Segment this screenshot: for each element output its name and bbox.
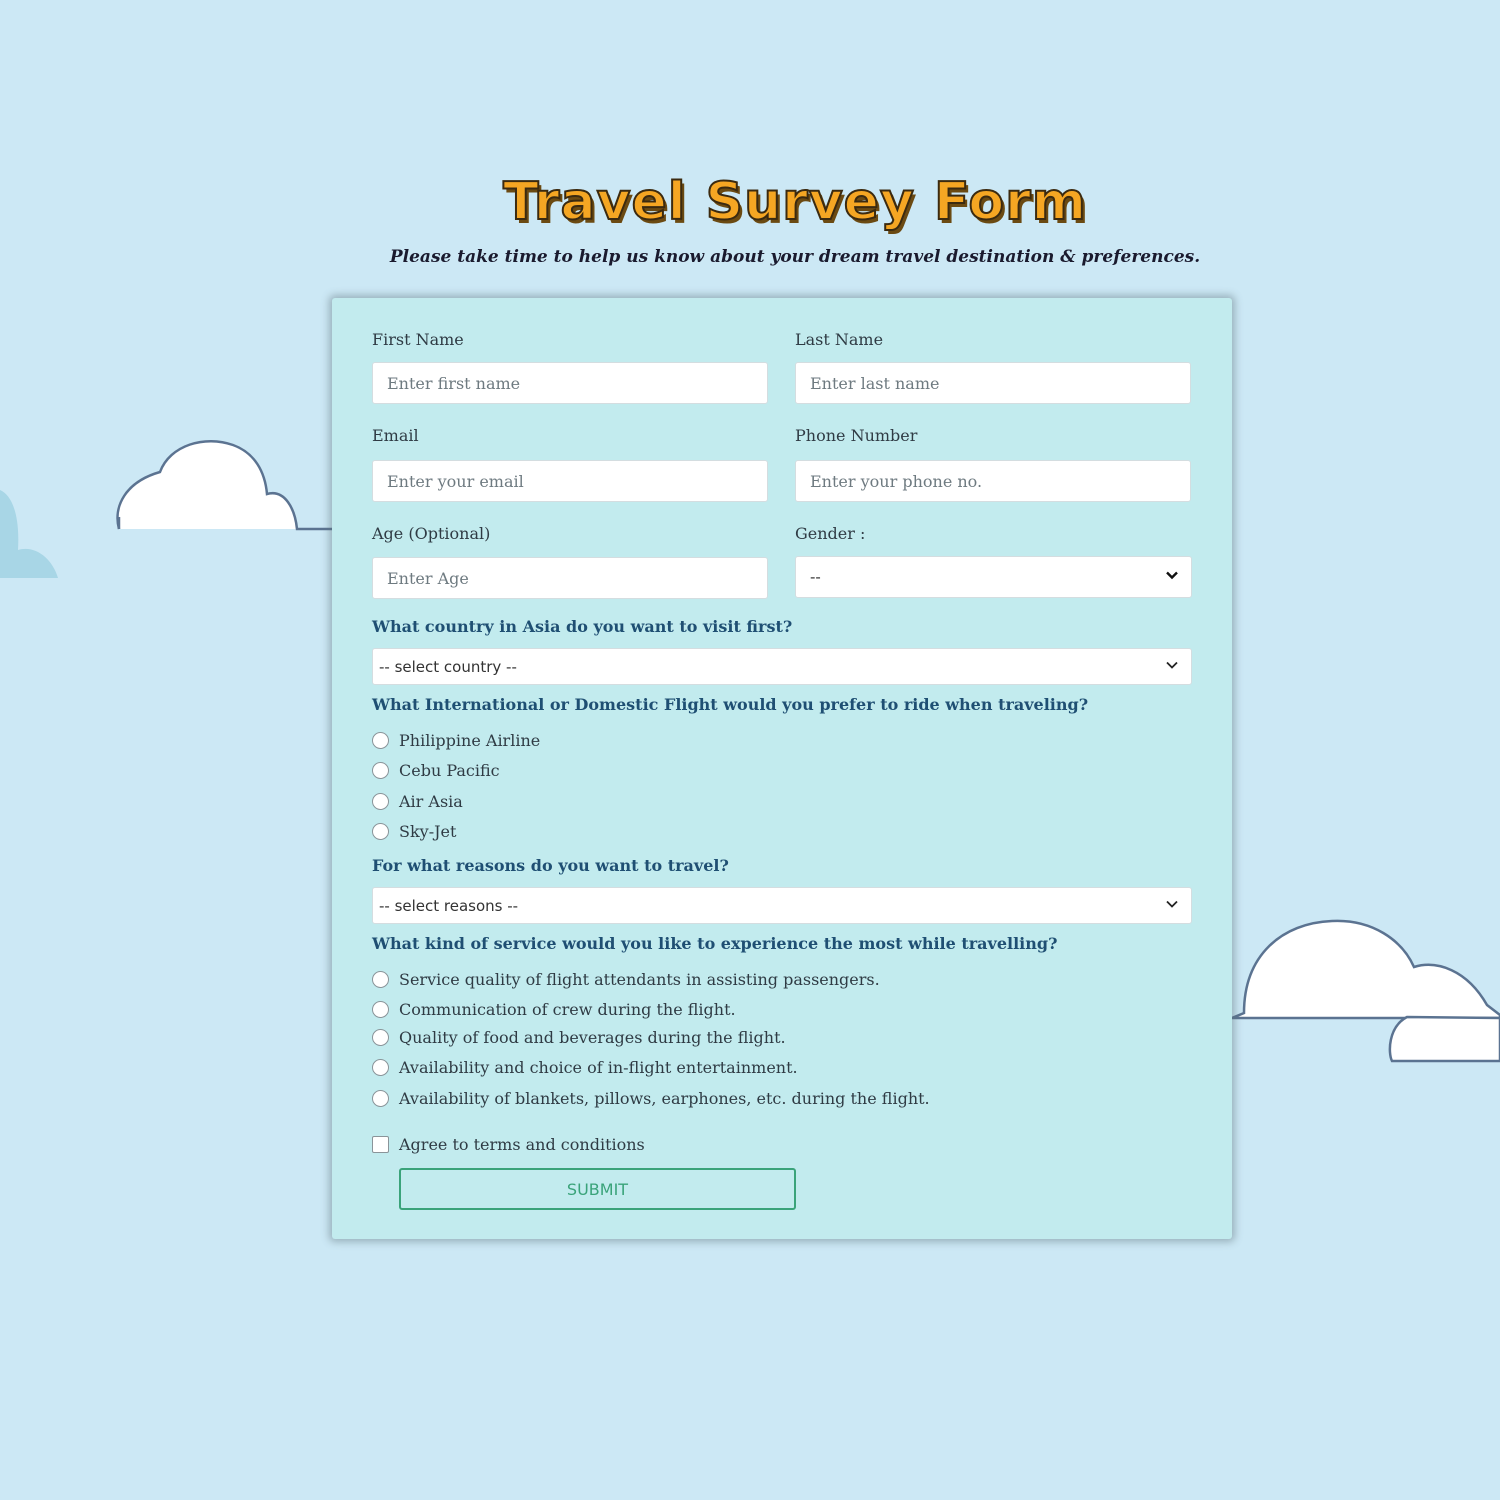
flight-option-label: Philippine Airline: [399, 731, 541, 750]
flight-option[interactable]: Philippine Airline: [372, 731, 540, 750]
reasons-select[interactable]: -- select reasons --: [372, 887, 1192, 924]
service-option[interactable]: Communication of crew during the flight.: [372, 1000, 736, 1019]
radio-button[interactable]: [372, 823, 389, 840]
service-question: What kind of service would you like to e…: [372, 934, 1058, 953]
service-option-label: Quality of food and beverages during the…: [399, 1028, 786, 1047]
phone-input[interactable]: [795, 460, 1191, 502]
gender-select[interactable]: --: [795, 556, 1192, 598]
radio-button[interactable]: [372, 793, 389, 810]
flight-option-label: Cebu Pacific: [399, 761, 500, 780]
email-input[interactable]: [372, 460, 768, 502]
reasons-question: For what reasons do you want to travel?: [372, 856, 729, 875]
page-subtitle: Please take time to help us know about y…: [389, 247, 1201, 267]
radio-button[interactable]: [372, 732, 389, 749]
chevron-down-icon: [1166, 661, 1178, 669]
terms-checkbox-row[interactable]: Agree to terms and conditions: [372, 1135, 645, 1154]
submit-button[interactable]: SUBMIT: [399, 1168, 796, 1210]
service-option[interactable]: Quality of food and beverages during the…: [372, 1028, 786, 1047]
country-select[interactable]: -- select country --: [372, 648, 1192, 685]
cloud-left-partial: [0, 490, 58, 578]
gender-select-value: --: [810, 568, 821, 586]
flight-question: What International or Domestic Flight wo…: [372, 695, 1089, 714]
radio-button[interactable]: [372, 762, 389, 779]
last-name-label: Last Name: [795, 330, 884, 349]
first-name-input[interactable]: [372, 362, 768, 404]
phone-label: Phone Number: [795, 426, 918, 445]
first-name-label: First Name: [372, 330, 464, 349]
country-question: What country in Asia do you want to visi…: [372, 617, 793, 636]
flight-option[interactable]: Sky-Jet: [372, 822, 456, 841]
service-option-label: Service quality of flight attendants in …: [399, 970, 880, 989]
flight-option[interactable]: Cebu Pacific: [372, 761, 500, 780]
cloud-left: [116, 440, 333, 531]
country-select-value: -- select country --: [379, 657, 517, 676]
age-label: Age (Optional): [372, 524, 491, 543]
radio-button[interactable]: [372, 1059, 389, 1076]
service-option-label: Communication of crew during the flight.: [399, 1000, 736, 1019]
flight-option-label: Sky-Jet: [399, 822, 457, 841]
service-option[interactable]: Service quality of flight attendants in …: [372, 970, 880, 989]
service-option-label: Availability and choice of in-flight ent…: [399, 1058, 798, 1077]
gender-label: Gender :: [795, 524, 866, 543]
email-label: Email: [372, 426, 419, 445]
chevron-down-icon: [1166, 900, 1178, 908]
service-option[interactable]: Availability of blankets, pillows, earph…: [372, 1089, 930, 1108]
radio-button[interactable]: [372, 1001, 389, 1018]
reasons-select-value: -- select reasons --: [379, 896, 519, 915]
last-name-input[interactable]: [795, 362, 1191, 404]
service-option[interactable]: Availability and choice of in-flight ent…: [372, 1058, 798, 1077]
terms-label: Agree to terms and conditions: [399, 1135, 645, 1154]
cloud-right: [1232, 919, 1500, 1063]
flight-option[interactable]: Air Asia: [372, 792, 463, 811]
terms-checkbox[interactable]: [372, 1136, 389, 1153]
radio-button[interactable]: [372, 971, 389, 988]
survey-form: First Name Last Name Email Phone Number …: [332, 298, 1232, 1239]
page-title: Travel Survey Form: [502, 171, 1087, 233]
radio-button[interactable]: [372, 1029, 389, 1046]
service-option-label: Availability of blankets, pillows, earph…: [399, 1089, 930, 1108]
age-input[interactable]: [372, 557, 768, 599]
flight-option-label: Air Asia: [399, 792, 463, 811]
chevron-down-icon: [1166, 571, 1178, 580]
radio-button[interactable]: [372, 1090, 389, 1107]
